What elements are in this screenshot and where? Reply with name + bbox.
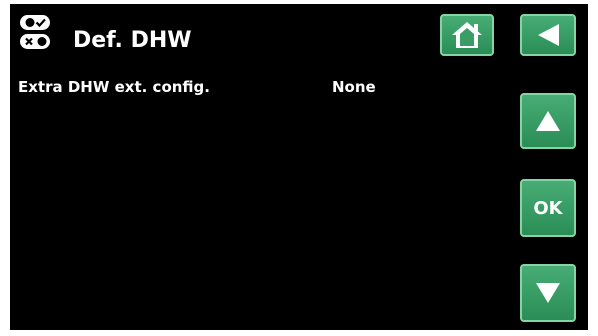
up-arrow-icon: [534, 109, 562, 133]
setting-value[interactable]: None: [332, 76, 376, 98]
scroll-up-button[interactable]: [520, 93, 576, 149]
home-button[interactable]: [440, 14, 494, 56]
setting-label: Extra DHW ext. config.: [18, 78, 210, 96]
switch-toggles-icon: [18, 12, 64, 52]
ok-button[interactable]: OK: [520, 179, 576, 237]
back-arrow-icon: [535, 22, 561, 48]
home-icon: [450, 20, 484, 50]
display-screen: Def. DHW Extra DHW ext. config. None OK: [10, 4, 588, 330]
back-button[interactable]: [520, 14, 576, 56]
ok-button-label: OK: [533, 197, 563, 219]
down-arrow-icon: [534, 281, 562, 305]
scroll-down-button[interactable]: [520, 264, 576, 322]
page-title: Def. DHW: [73, 28, 192, 53]
